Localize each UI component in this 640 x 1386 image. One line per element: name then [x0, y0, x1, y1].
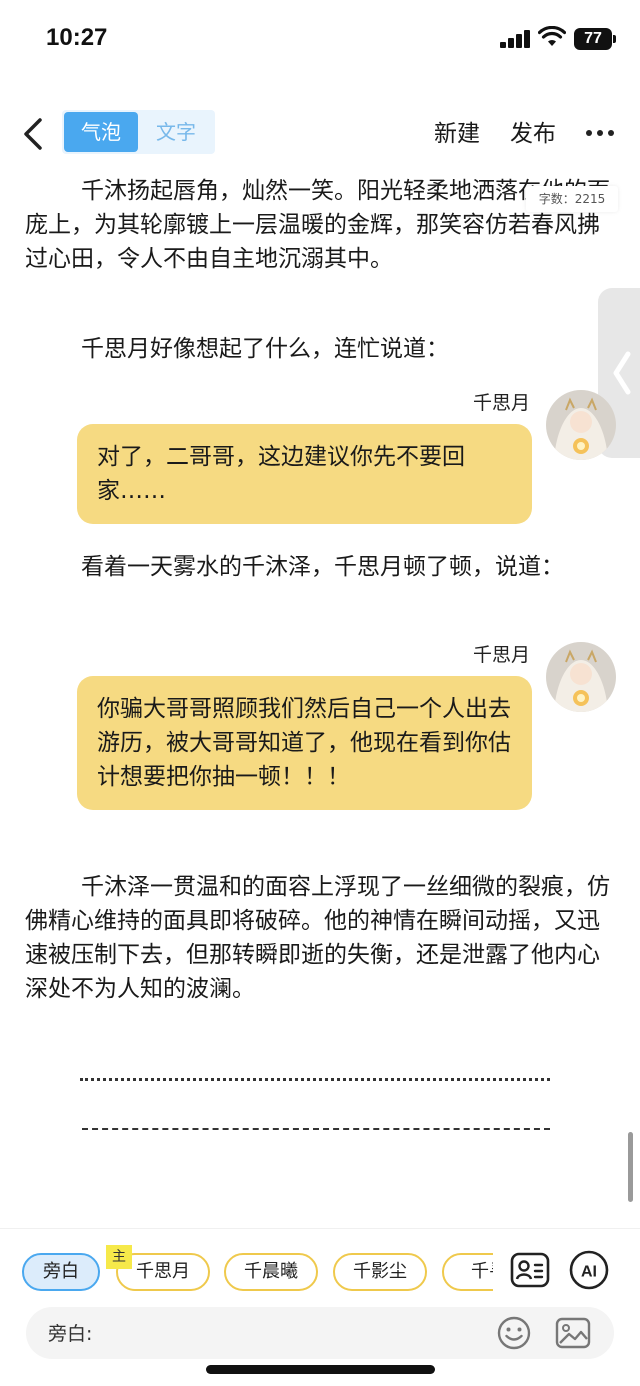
dotted-divider	[80, 1078, 550, 1082]
message-input[interactable]	[110, 1315, 490, 1351]
new-button[interactable]: 新建	[434, 114, 480, 148]
bubble-speaker-name: 千思月	[472, 644, 530, 666]
ai-button[interactable]: AI	[568, 1249, 610, 1291]
image-button[interactable]	[554, 1315, 592, 1351]
character-avatar[interactable]	[546, 390, 616, 460]
paragraph: 看着一天雾水的千沐泽，千思月顿了顿，说道：	[81, 554, 564, 580]
character-chip-narrator[interactable]: 旁白	[22, 1253, 100, 1291]
cellular-signal-icon	[500, 30, 532, 48]
chevron-left-icon	[24, 118, 42, 150]
ai-icon: AI	[569, 1250, 609, 1290]
input-bar: 旁白:	[26, 1307, 614, 1359]
dialogue-bubble[interactable]: 对了，二哥哥，这边建议你先不要回家……	[77, 424, 532, 524]
mode-switch: 文字 气泡	[62, 110, 215, 154]
battery-level: 77	[574, 28, 612, 50]
character-chip[interactable]: 千晨曦	[224, 1253, 318, 1291]
contact-card-icon	[510, 1252, 550, 1288]
tab-bubble[interactable]: 气泡	[64, 112, 138, 152]
scrollbar[interactable]	[628, 1132, 633, 1202]
dashed-divider	[82, 1128, 550, 1132]
smiley-icon	[497, 1316, 531, 1350]
image-icon	[555, 1317, 591, 1349]
character-avatar[interactable]	[546, 642, 616, 712]
bubble-speaker-name: 千思月	[472, 392, 530, 414]
character-chip-row: 旁白 千思月 千晨曦 千影尘 千寻	[0, 1251, 493, 1295]
paragraph: 千思月好像想起了什么，连忙说道：	[81, 336, 449, 362]
emoji-button[interactable]	[496, 1315, 532, 1351]
tab-text[interactable]: 文字	[138, 110, 214, 154]
home-indicator	[206, 1365, 435, 1374]
input-role-label: 旁白:	[48, 1323, 93, 1345]
back-button[interactable]	[20, 114, 50, 154]
word-count-badge: 字数：2215	[526, 186, 618, 212]
more-options-button[interactable]	[586, 122, 614, 142]
top-nav-bar: 文字 气泡 新建 发布	[0, 100, 640, 170]
battery-icon: 77	[574, 28, 616, 50]
main-character-badge: 主	[106, 1245, 132, 1269]
bottom-toolbar: 旁白 千思月 千晨曦 千影尘 千寻 主 AI 旁白:	[0, 1228, 640, 1386]
status-bar: 10:27 77	[0, 0, 640, 80]
publish-button[interactable]: 发布	[510, 114, 556, 148]
character-card-button[interactable]	[509, 1249, 551, 1291]
character-chip[interactable]: 千影尘	[333, 1253, 427, 1291]
status-time: 10:27	[46, 24, 108, 51]
wifi-icon	[537, 25, 567, 48]
dialogue-bubble[interactable]: 你骗大哥哥照顾我们然后自己一个人出去游历，被大哥哥知道了，他现在看到你估计想要把…	[77, 676, 532, 810]
story-editor[interactable]: 千沐扬起唇角，灿然一笑。阳光轻柔地洒落在他的面庞上，为其轮廓镀上一层温暖的金辉，…	[0, 172, 640, 1222]
svg-text:AI: AI	[581, 1264, 597, 1281]
character-chip[interactable]: 千寻	[442, 1253, 493, 1291]
paragraph: 千沐泽一贯温和的面容上浮现了一丝细微的裂痕，仿佛精心维持的面具即将破碎。他的神情…	[25, 874, 610, 1002]
